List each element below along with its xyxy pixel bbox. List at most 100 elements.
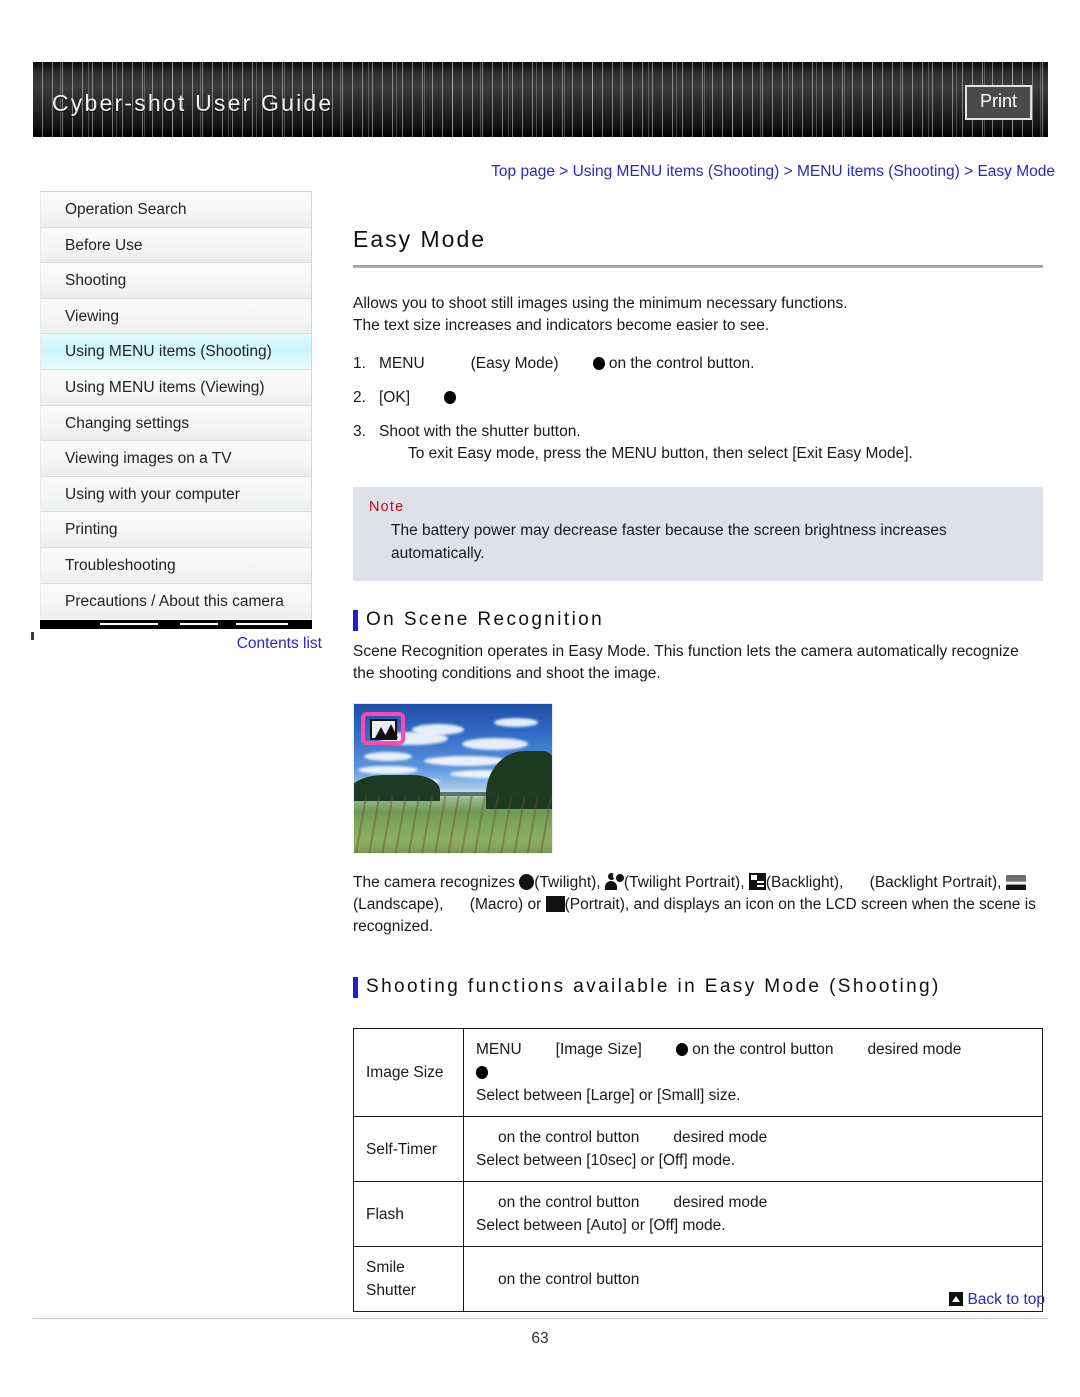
sidebar-item-printing[interactable]: Printing bbox=[41, 512, 311, 548]
shooting-functions-table: Image Size MENU [Image Size] on the contr… bbox=[353, 1028, 1043, 1312]
cell-desired: desired mode bbox=[673, 1129, 768, 1146]
sidebar-item-label: Using MENU items (Viewing) bbox=[65, 378, 265, 396]
cell-control: on the control button bbox=[498, 1270, 640, 1288]
step-number: 2. bbox=[353, 389, 366, 406]
table-row: Image Size MENU [Image Size] on the contr… bbox=[353, 1028, 1043, 1117]
cell-select: Select between [10sec] or [Off] mode. bbox=[476, 1152, 736, 1169]
sidebar-item-label: Using MENU items (Shooting) bbox=[65, 343, 272, 361]
sidebar-item-using-menu-items-viewing[interactable]: Using MENU items (Viewing) bbox=[41, 369, 311, 406]
sidebar-item-label: Changing settings bbox=[65, 414, 190, 432]
sidebar-item-label: Precautions / About this camera bbox=[65, 592, 284, 610]
cell-desired: desired mode bbox=[867, 1041, 962, 1058]
print-button[interactable]: Print bbox=[964, 85, 1032, 120]
sidebar-item-label: Printing bbox=[65, 521, 118, 539]
sidebar-item-label: Using with your computer bbox=[65, 485, 240, 503]
control-button-dot-icon bbox=[675, 1043, 688, 1056]
step-3: 3. Shoot with the shutter button. To exit… bbox=[353, 421, 1043, 465]
step-3-substep: To exit Easy mode, press the MENU button… bbox=[408, 445, 913, 462]
control-button-dot-icon bbox=[476, 1066, 488, 1079]
sidebar-item-changing-settings[interactable]: Changing settings bbox=[41, 405, 311, 442]
sidebar-nav: Operation Search Before Use Shooting Vie… bbox=[40, 191, 312, 620]
cell-item: [Image Size] bbox=[555, 1041, 642, 1058]
row-name-line-1: Smile bbox=[366, 1259, 405, 1276]
row-name-self-timer: Self-Timer bbox=[353, 1116, 464, 1182]
label-twilight-portrait: (Twilight Portrait), bbox=[623, 874, 745, 891]
label-twilight: (Twilight), bbox=[534, 874, 601, 891]
row-detail-flash: on the control button desired mode Select… bbox=[463, 1181, 1043, 1247]
sidebar-item-shooting[interactable]: Shooting bbox=[41, 263, 311, 299]
row-detail-self-timer: on the control button desired mode Select… bbox=[463, 1116, 1043, 1182]
step-2-ok: [OK] bbox=[379, 389, 411, 406]
label-landscape: (Landscape), bbox=[353, 896, 444, 913]
cell-select: Select between [Large] or [Small] size. bbox=[476, 1087, 741, 1104]
twilight-icon bbox=[519, 874, 535, 890]
up-triangle-icon bbox=[949, 1292, 964, 1306]
control-button-dot-icon bbox=[444, 391, 457, 404]
sidebar-item-viewing[interactable]: Viewing bbox=[41, 298, 311, 335]
step-number: 1. bbox=[353, 355, 366, 372]
sidebar-item-label: Viewing bbox=[65, 307, 120, 325]
sidebar-item-operation-search[interactable]: Operation Search bbox=[41, 192, 311, 228]
landscape-icon bbox=[1005, 875, 1026, 890]
control-button-dot-icon bbox=[592, 357, 605, 370]
scene-recognition-sample-photo bbox=[353, 703, 553, 854]
sidebar-item-viewing-images-on-a-tv[interactable]: Viewing images on a TV bbox=[41, 441, 311, 477]
step-1: 1. MENU (Easy Mode) on the control button. bbox=[353, 353, 1043, 375]
sidebar-item-before-use[interactable]: Before Use bbox=[41, 227, 311, 264]
label-backlight: (Backlight), bbox=[765, 874, 844, 891]
row-name-smile-shutter: Smile Shutter bbox=[353, 1246, 464, 1312]
sidebar-item-precautions-about-this-camera[interactable]: Precautions / About this camera bbox=[41, 583, 311, 620]
note-label: Note bbox=[369, 499, 405, 515]
title-divider bbox=[353, 265, 1043, 268]
table-row: Self-Timer on the control button desired … bbox=[353, 1116, 1043, 1182]
note-box: Note The battery power may decrease fast… bbox=[353, 487, 1043, 581]
row-detail-image-size: MENU [Image Size] on the control button de… bbox=[463, 1028, 1043, 1117]
cell-control: on the control button bbox=[692, 1041, 834, 1058]
cell-control: on the control button bbox=[498, 1129, 640, 1146]
breadcrumb[interactable]: Top page > Using MENU items (Shooting) >… bbox=[455, 163, 1055, 181]
page-number: 63 bbox=[531, 1330, 549, 1347]
step-1-tail: on the control button. bbox=[608, 355, 755, 372]
sidebar-item-label: Shooting bbox=[65, 272, 127, 290]
twilight-portrait-icon bbox=[604, 873, 624, 890]
intro-line-1: Allows you to shoot still images using t… bbox=[353, 295, 848, 312]
header-banner: Cyber-shot User Guide Print bbox=[33, 62, 1048, 137]
cell-desired: desired mode bbox=[673, 1194, 768, 1211]
contents-list-link[interactable]: Contents list bbox=[40, 635, 322, 653]
sidebar-item-label: Operation Search bbox=[65, 201, 187, 218]
recognize-prefix: The camera recognizes bbox=[353, 874, 515, 891]
row-name-flash: Flash bbox=[353, 1181, 464, 1247]
row-name-image-size: Image Size bbox=[353, 1028, 464, 1117]
section-heading-scene-recognition: On Scene Recognition bbox=[353, 609, 1043, 631]
page-title: Easy Mode bbox=[353, 226, 487, 252]
field-furrows bbox=[354, 796, 552, 853]
intro-line-2: The text size increases and indicators b… bbox=[353, 317, 770, 334]
step-1-mode: (Easy Mode) bbox=[470, 355, 559, 372]
cell-menu: MENU bbox=[476, 1041, 522, 1058]
section-heading-shooting-functions: Shooting functions available in Easy Mod… bbox=[353, 976, 1043, 998]
portrait-icon bbox=[545, 896, 565, 912]
landscape-scene-icon bbox=[370, 719, 398, 740]
sidebar-item-label: Before Use bbox=[65, 236, 143, 254]
sidebar-item-using-with-your-computer[interactable]: Using with your computer bbox=[41, 476, 311, 513]
sidebar-item-troubleshooting[interactable]: Troubleshooting bbox=[41, 547, 311, 584]
table-row: Flash on the control button desired mode … bbox=[353, 1181, 1043, 1247]
sidebar-item-using-menu-items-shooting[interactable]: Using MENU items (Shooting) bbox=[41, 334, 311, 370]
back-to-top-link[interactable]: Back to top bbox=[949, 1291, 1045, 1309]
steps-list: 1. MENU (Easy Mode) on the control button.… bbox=[353, 353, 1043, 465]
main-content: Easy Mode Allows you to shoot still imag… bbox=[353, 226, 1043, 1312]
scene-recognition-body: Scene Recognition operates in Easy Mode.… bbox=[353, 643, 1019, 682]
recognized-scenes-paragraph: The camera recognizes (Twilight), (Twili… bbox=[353, 872, 1043, 938]
footer-divider bbox=[33, 1318, 1048, 1319]
back-to-top-label: Back to top bbox=[967, 1291, 1045, 1308]
step-2: 2. [OK] bbox=[353, 387, 1043, 409]
sidebar-item-label: Troubleshooting bbox=[65, 556, 176, 574]
sidebar-bottom-bar bbox=[40, 620, 312, 629]
backlight-icon bbox=[748, 873, 766, 890]
cell-control: on the control button bbox=[498, 1194, 640, 1211]
step-number: 3. bbox=[353, 423, 366, 440]
cell-select: Select between [Auto] or [Off] mode. bbox=[476, 1217, 726, 1234]
scene-icon-highlight-box bbox=[361, 712, 405, 745]
app-title: Cyber-shot User Guide bbox=[52, 90, 334, 116]
row-name-line-2: Shutter bbox=[366, 1282, 416, 1299]
